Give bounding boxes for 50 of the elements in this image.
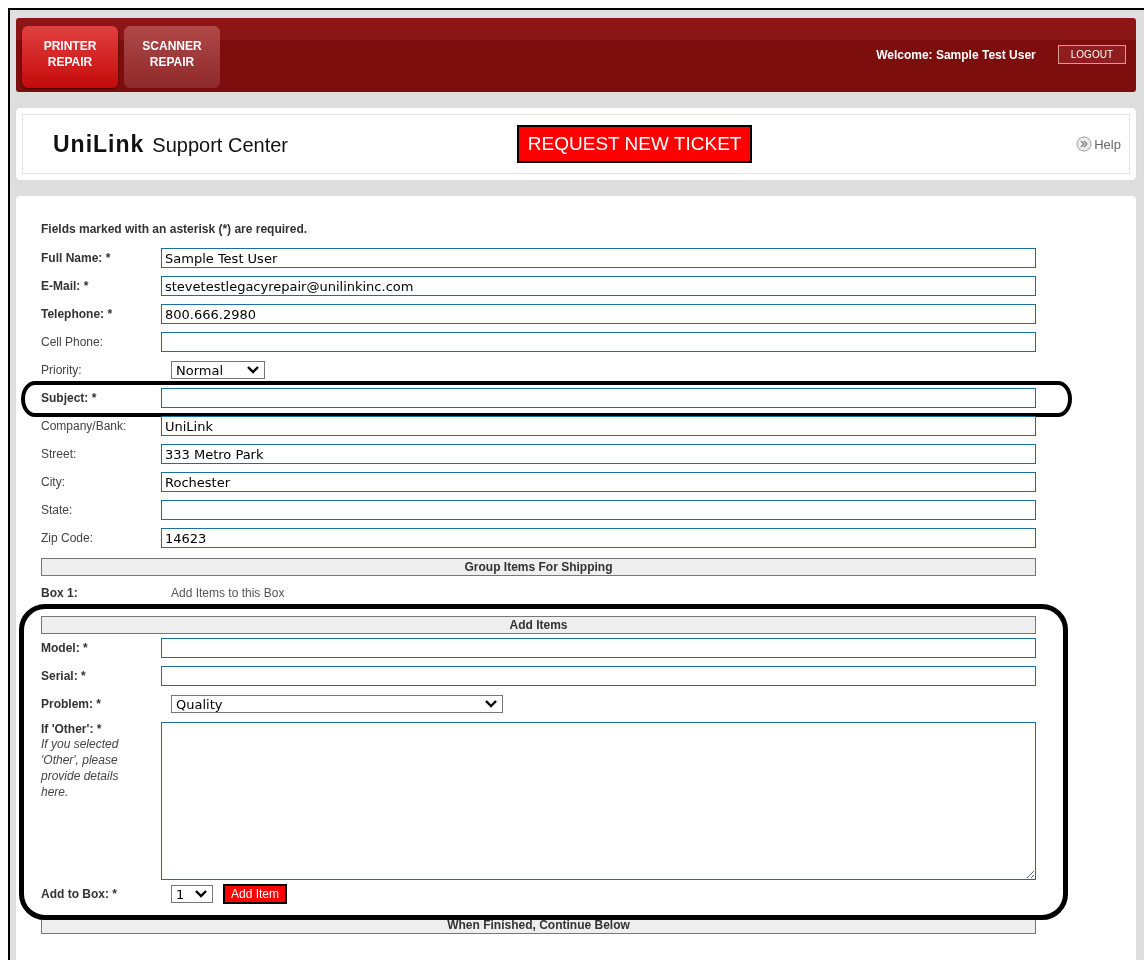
field-label: Cell Phone:	[41, 335, 105, 349]
section-bar: Group Items For Shipping	[41, 558, 1036, 576]
field-label: Problem: *	[41, 697, 102, 711]
problem-dropdown[interactable]: Quality	[171, 695, 503, 713]
field-label: Company/Bank:	[41, 419, 128, 433]
field-label: Priority:	[41, 363, 83, 377]
field-label: Model: *	[41, 641, 89, 655]
nav-tab[interactable]: SCANNER REPAIR	[124, 26, 220, 88]
text-field[interactable]	[161, 332, 1036, 352]
box-hint: Add Items to this Box	[171, 586, 285, 600]
text-field[interactable]	[161, 666, 1036, 686]
field-label: Telephone: *	[41, 307, 114, 321]
text-field[interactable]: Sample Test User	[161, 248, 1036, 268]
logo: UniLink	[53, 130, 145, 158]
required-note: Fields marked with an asterisk (*) are required.	[41, 222, 309, 236]
text-field[interactable]: 800.666.2980	[161, 304, 1036, 324]
text-field[interactable]: 333 Metro Park	[161, 444, 1036, 464]
welcome-text: Welcome: Sample Test User	[876, 47, 1036, 62]
add-item-button[interactable]: Add Item	[223, 884, 288, 904]
chevron-down-icon	[246, 365, 260, 375]
text-field[interactable]: UniLink	[161, 416, 1036, 436]
box-label: Box 1:	[41, 586, 79, 600]
field-label: If 'Other': *	[41, 722, 103, 736]
text-field[interactable]: stevetestlegacyrepair@unilinkinc.com	[161, 276, 1036, 296]
logout-button[interactable]: LOGOUT	[1057, 45, 1126, 64]
text-field[interactable]: 14623	[161, 528, 1036, 548]
text-field[interactable]: Rochester	[161, 472, 1036, 492]
field-hint: If you selected 'Other', please provide details here.	[41, 736, 120, 800]
chevron-down-icon	[484, 699, 498, 709]
field-label: E-Mail: *	[41, 279, 90, 293]
field-label: Serial: *	[41, 669, 87, 683]
field-label: State:	[41, 503, 74, 517]
site-title: Support Center	[152, 133, 288, 157]
text-field[interactable]	[161, 638, 1036, 658]
priority-dropdown[interactable]: Normal	[171, 361, 265, 379]
field-label: Full Name: *	[41, 251, 112, 265]
box-dropdown[interactable]: 1	[171, 885, 213, 903]
field-label: City:	[41, 475, 66, 489]
chevron-down-icon	[194, 889, 208, 899]
nav-tab[interactable]: PRINTER REPAIR	[22, 26, 118, 88]
forward-icon	[1076, 136, 1093, 152]
text-field[interactable]	[161, 500, 1036, 520]
field-label: Subject: *	[41, 391, 98, 405]
request-ticket-button[interactable]: REQUEST NEW TICKET	[516, 125, 753, 163]
text-field[interactable]	[161, 388, 1036, 408]
field-label: Street:	[41, 447, 78, 461]
field-label: Add to Box: *	[41, 887, 118, 901]
help-link[interactable]: Help	[1076, 136, 1121, 152]
section-bar: Add Items	[41, 616, 1036, 634]
field-label: Zip Code:	[41, 531, 95, 545]
